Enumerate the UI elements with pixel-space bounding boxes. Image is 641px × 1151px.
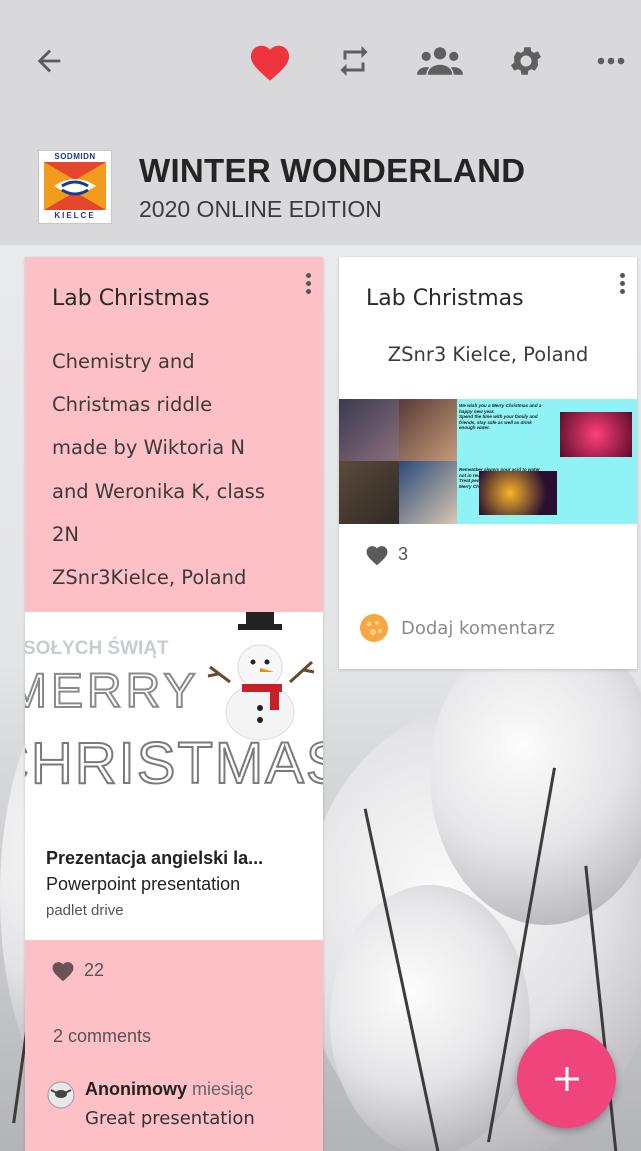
back-arrow-icon <box>37 49 61 73</box>
post-menu-icon[interactable] <box>303 273 313 297</box>
remake-button[interactable] <box>330 35 378 87</box>
members-button[interactable] <box>416 35 464 87</box>
remake-icon <box>340 46 368 76</box>
members-icon <box>417 47 463 75</box>
add-comment-placeholder: Dodaj komentarz <box>401 617 555 639</box>
comments-count[interactable]: 2 comments <box>53 1026 151 1047</box>
more-icon <box>597 57 625 65</box>
post-body: Chemistry and Christmas riddle made by W… <box>52 340 322 599</box>
image-merry-text: MERRY <box>25 664 200 719</box>
snowman-icon <box>207 612 315 741</box>
post-card-2[interactable]: Lab Christmas ZSnr3 Kielce, Poland We wi… <box>339 257 637 669</box>
attachment-type: Powerpoint presentation <box>46 874 241 894</box>
post-body-line: ZSnr3Kielce, Poland <box>52 566 247 590</box>
settings-button[interactable] <box>502 35 550 87</box>
gear-icon <box>510 47 542 75</box>
heart-icon <box>52 962 74 982</box>
post-body-line: Christmas riddle <box>52 393 213 417</box>
post-title: Lab Christmas <box>366 286 524 311</box>
board-subtitle: 2020 ONLINE EDITION <box>139 196 382 222</box>
more-button[interactable] <box>589 35 633 87</box>
post-menu-icon[interactable] <box>617 273 627 297</box>
attachment-source: padlet drive <box>46 902 124 919</box>
back-button[interactable] <box>25 35 73 87</box>
image-caption-text: SOŁYCH ŚWIĄT <box>25 638 169 659</box>
post-card-1[interactable]: Lab Christmas Chemistry and Christmas ri… <box>25 257 323 1151</box>
post-subtitle: ZSnr3 Kielce, Poland <box>387 343 589 366</box>
logo-emblem-icon <box>44 162 106 210</box>
anonymous-avatar-icon <box>47 1081 75 1109</box>
post-body-line: 2N <box>52 522 79 546</box>
like-count[interactable]: 3 <box>364 543 408 566</box>
add-post-button[interactable] <box>517 1029 616 1128</box>
post-image[interactable]: We wish you a Merry Christmas and a happ… <box>339 399 637 524</box>
plus-icon <box>554 1066 579 1091</box>
comment-author: Anonimowy <box>85 1079 187 1099</box>
like-count-number: 22 <box>84 960 105 980</box>
post-body-line: Chemistry and <box>52 350 195 373</box>
logo-bottom-text: KIELCE <box>54 211 96 220</box>
board-title: WINTER WONDERLAND <box>139 152 526 189</box>
user-avatar-icon <box>360 614 388 642</box>
logo-top-text: SODMIDN <box>54 152 96 161</box>
comment-text: Great presentation <box>85 1108 255 1129</box>
post-title: Lab Christmas <box>52 286 210 311</box>
post-body-line: made by Wiktoria N <box>52 436 245 460</box>
image-greeting-text: We wish you a Merry Christmas and a happ… <box>459 403 542 431</box>
post-body-line: and Weronika K, class <box>52 479 266 503</box>
attachment-image: SOŁYCH ŚWIĄT MERRY CHRISTMAS <box>25 612 323 832</box>
like-button[interactable] <box>246 35 294 87</box>
padlet-logo: SODMIDN KIELCE <box>38 150 112 224</box>
like-count-number: 3 <box>398 544 409 564</box>
like-count[interactable]: 22 <box>50 959 104 982</box>
heart-icon <box>366 546 388 566</box>
comment-time: miesiąc <box>192 1079 254 1099</box>
attachment-title: Prezentacja angielski la... <box>46 848 264 868</box>
attachment-preview[interactable]: SOŁYCH ŚWIĄT MERRY CHRISTMAS Prezentacja… <box>25 612 323 940</box>
add-comment-field[interactable]: Dodaj komentarz <box>359 613 555 643</box>
heart-icon <box>250 45 290 81</box>
